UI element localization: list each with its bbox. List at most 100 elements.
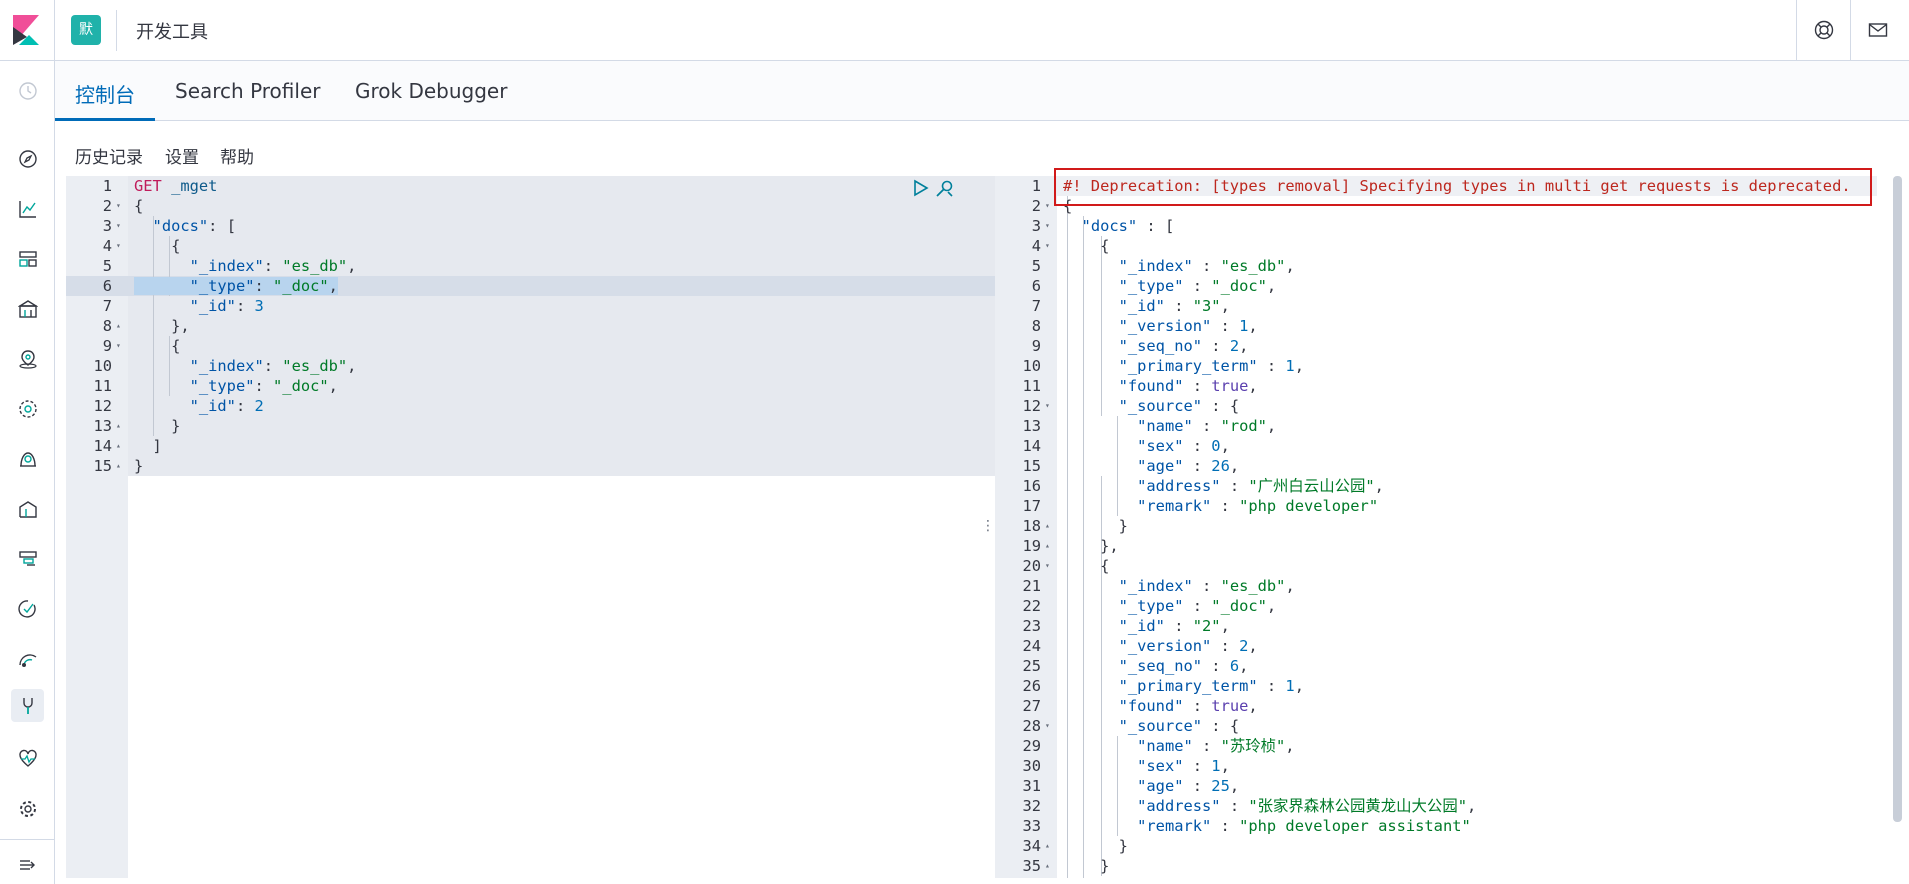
line-number: 22 [1022, 597, 1041, 615]
fold-toggle-icon[interactable]: ▾ [1045, 196, 1050, 216]
code-line: "_primary_term" : 1, [1118, 357, 1304, 375]
pane-resizer[interactable]: ⋮ [981, 518, 995, 534]
recent-clock-icon[interactable] [14, 77, 41, 104]
line-number: 13 [1022, 417, 1041, 435]
ml-icon[interactable] [14, 395, 41, 422]
code-line: "_type" : "_doc", [1118, 277, 1277, 295]
canvas-icon[interactable] [14, 295, 41, 322]
space-avatar[interactable]: 默 [71, 15, 101, 45]
line-number: 7 [1031, 297, 1041, 315]
history-link[interactable]: 历史记录 [75, 143, 143, 168]
visualize-chart-icon[interactable] [14, 195, 41, 222]
code-line: "_seq_no" : 6, [1118, 657, 1249, 675]
line-number: 23 [1022, 617, 1041, 635]
line-number: 4 [1031, 237, 1041, 255]
fold-toggle-icon[interactable]: ▾ [116, 216, 121, 236]
fold-toggle-icon[interactable]: ▾ [1045, 236, 1050, 256]
fold-toggle-icon[interactable]: ▴ [116, 416, 121, 436]
help-button[interactable] [1796, 0, 1850, 60]
deprecation-highlight-box [1054, 168, 1872, 206]
monitoring-heartbeat-icon[interactable] [14, 745, 41, 772]
kibana-logo[interactable] [0, 0, 55, 60]
line-number: 15 [93, 457, 112, 475]
output-scrollbar[interactable] [1893, 176, 1902, 822]
code-line: "_source" : { [1118, 717, 1240, 735]
apm-icon[interactable] [14, 545, 41, 572]
code-line: { [134, 237, 181, 255]
fold-toggle-icon[interactable]: ▴ [1045, 516, 1050, 536]
code-line: "sex" : 1, [1137, 757, 1230, 775]
siem-icon[interactable] [14, 445, 41, 472]
line-number: 1 [1031, 177, 1041, 195]
fold-toggle-icon[interactable]: ▴ [1045, 856, 1050, 876]
fold-toggle-icon[interactable]: ▾ [1045, 396, 1050, 416]
fold-toggle-icon[interactable]: ▾ [1045, 216, 1050, 236]
dev-tools-tabs [55, 61, 1909, 121]
line-number: 4 [102, 237, 112, 255]
fold-toggle-icon[interactable]: ▴ [116, 456, 121, 476]
code-line: "_id" : "3", [1118, 297, 1230, 315]
fold-toggle-icon[interactable]: ▴ [1045, 836, 1050, 856]
fold-toggle-icon[interactable]: ▾ [116, 236, 121, 256]
wrench-icon [936, 180, 953, 197]
line-number: 1 [102, 177, 112, 195]
code-line: "_id": 2 [189, 397, 264, 415]
header-divider [116, 10, 117, 51]
settings-link[interactable]: 设置 [165, 143, 199, 168]
maps-icon[interactable] [14, 345, 41, 372]
dev-tools-wrench-icon[interactable] [11, 689, 44, 722]
line-number: 19 [1022, 537, 1041, 555]
code-line: GET _mget [134, 177, 218, 195]
code-line: "_version" : 2, [1118, 637, 1258, 655]
metrics-icon[interactable] [14, 645, 41, 672]
code-line: "_id" : "2", [1118, 617, 1230, 635]
line-number: 9 [1031, 337, 1041, 355]
code-line: "remark" : "php developer assistant" [1137, 817, 1471, 835]
code-line: "_index" : "es_db", [1118, 257, 1295, 275]
line-number: 18 [1022, 517, 1041, 535]
fold-toggle-icon[interactable]: ▴ [116, 436, 121, 456]
uptime-icon[interactable] [14, 595, 41, 622]
line-number: 12 [1022, 397, 1041, 415]
tab-grok-debugger[interactable]: Grok Debugger [355, 79, 507, 103]
play-icon [914, 179, 929, 197]
help-link[interactable]: 帮助 [220, 143, 254, 168]
request-actions-button[interactable] [934, 179, 954, 203]
collapse-nav-icon[interactable] [14, 851, 41, 878]
response-output[interactable]: 1 #! Deprecation: [types removal] Specify… [995, 176, 1890, 878]
tab-console[interactable]: 控制台 [75, 79, 135, 108]
code-line: "_type" : "_doc", [1118, 597, 1277, 615]
fold-toggle-icon[interactable]: ▾ [116, 336, 121, 356]
request-block-highlight [128, 176, 1042, 476]
request-editor[interactable]: 1 GET _mget 2 ▾{3 ▾ "docs": [4 ▾ {5 "_index":… [66, 176, 1042, 878]
fold-toggle-icon[interactable]: ▾ [1045, 556, 1050, 576]
management-gear-icon[interactable] [14, 795, 41, 822]
dashboard-icon[interactable] [14, 245, 41, 272]
line-number: 6 [1031, 277, 1041, 295]
newsfeed-button[interactable] [1850, 0, 1904, 60]
code-line: "_index": "es_db", [189, 257, 357, 275]
mail-icon [1868, 23, 1888, 37]
top-header: 默 开发工具 [0, 0, 1909, 61]
code-line: "_seq_no" : 2, [1118, 337, 1249, 355]
line-number: 6 [102, 277, 112, 295]
code-line: "found" : true, [1118, 377, 1258, 395]
line-number: 14 [1022, 437, 1041, 455]
lifebuoy-icon [1814, 20, 1834, 40]
fold-toggle-icon[interactable]: ▴ [1045, 536, 1050, 556]
line-number: 30 [1022, 757, 1041, 775]
fold-toggle-icon[interactable]: ▾ [1045, 716, 1050, 736]
send-request-button[interactable] [913, 179, 929, 201]
fold-toggle-icon[interactable]: ▴ [116, 316, 121, 336]
fold-toggle-icon[interactable]: ▾ [116, 196, 121, 216]
tab-search-profiler[interactable]: Search Profiler [175, 79, 320, 103]
discover-compass-icon[interactable] [14, 145, 41, 172]
code-line: { [134, 337, 181, 355]
line-number: 34 [1022, 837, 1041, 855]
line-number: 11 [93, 377, 112, 395]
code-line: "_type": "_doc", [189, 377, 338, 395]
line-number: 15 [1022, 457, 1041, 475]
logs-icon[interactable] [14, 495, 41, 522]
line-number: 20 [1022, 557, 1041, 575]
line-number: 29 [1022, 737, 1041, 755]
